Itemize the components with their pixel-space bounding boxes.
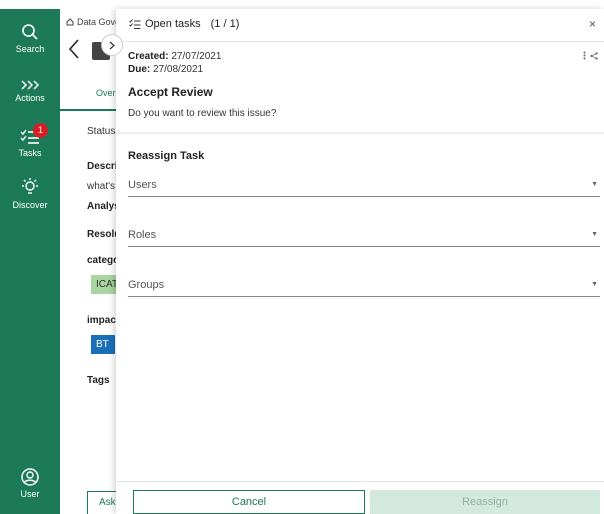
tags-label: Tags bbox=[87, 375, 110, 386]
task-list-icon bbox=[129, 18, 141, 29]
breadcrumb-label: Data Gove bbox=[77, 17, 120, 27]
panel-header: Open tasks (1 / 1) × bbox=[116, 9, 604, 42]
nav-actions[interactable]: Actions bbox=[0, 80, 60, 103]
nav-tasks-label: Tasks bbox=[18, 148, 42, 158]
nav-search[interactable]: Search bbox=[0, 23, 60, 54]
task-name: Accept Review bbox=[128, 85, 213, 99]
user-icon bbox=[21, 468, 39, 486]
breadcrumb[interactable]: Data Gove bbox=[66, 17, 120, 27]
roles-select-label: Roles bbox=[128, 229, 157, 241]
nav-search-label: Search bbox=[15, 44, 45, 54]
status-label: Status bbox=[87, 126, 116, 137]
nav-discover[interactable]: Discover bbox=[0, 177, 60, 210]
back-arrow-icon[interactable] bbox=[68, 39, 80, 59]
reassign-button: Reassign bbox=[370, 490, 600, 514]
nav-discover-label: Discover bbox=[12, 200, 48, 210]
background-page: Data Gove Over Status Descri what's Anal… bbox=[60, 9, 120, 514]
search-icon bbox=[22, 24, 38, 40]
chevron-down-icon: ▼ bbox=[591, 231, 598, 238]
analysis-label: Analys bbox=[87, 201, 120, 212]
nav-actions-label: Actions bbox=[15, 93, 45, 103]
roles-select[interactable]: Roles ▼ bbox=[128, 225, 600, 247]
nav-user[interactable]: User bbox=[0, 468, 60, 499]
panel-title: Open tasks (1 / 1) bbox=[129, 18, 239, 30]
groups-select[interactable]: Groups ▼ bbox=[128, 275, 600, 297]
users-select-label: Users bbox=[128, 179, 157, 191]
impact-label: impac bbox=[87, 315, 116, 326]
side-nav-rail: Search Actions 1 Tasks Discover User bbox=[0, 9, 60, 514]
category-label: catego bbox=[87, 255, 120, 266]
groups-select-label: Groups bbox=[128, 279, 165, 291]
tab-divider bbox=[60, 109, 120, 111]
collapse-panel-button[interactable] bbox=[101, 34, 123, 56]
chevron-down-icon: ▼ bbox=[591, 281, 598, 288]
description-label: Descri bbox=[87, 161, 118, 172]
panel-title-text: Open tasks bbox=[145, 18, 201, 30]
lightbulb-icon bbox=[22, 178, 38, 194]
due-row: Due: 27/08/2021 bbox=[128, 64, 203, 75]
chevron-right-icon bbox=[109, 41, 115, 49]
impact-chip[interactable]: BT bbox=[91, 335, 115, 354]
cancel-button[interactable]: Cancel bbox=[133, 490, 365, 514]
tab-overview[interactable]: Over bbox=[96, 88, 116, 98]
home-icon bbox=[66, 18, 74, 26]
chevrons-right-icon bbox=[21, 80, 39, 90]
tasks-count-badge: 1 bbox=[33, 123, 48, 138]
chevron-down-icon: ▼ bbox=[591, 181, 598, 188]
created-row: Created: 27/07/2021 bbox=[128, 51, 221, 62]
created-value: 27/07/2021 bbox=[171, 51, 222, 62]
reassign-task-heading: Reassign Task bbox=[128, 150, 205, 162]
due-value: 27/08/2021 bbox=[153, 64, 204, 75]
task-description: Do you want to review this issue? bbox=[128, 108, 277, 119]
panel-count: (1 / 1) bbox=[210, 18, 240, 30]
section-divider bbox=[116, 132, 604, 134]
users-select[interactable]: Users ▼ bbox=[128, 175, 600, 197]
description-value: what's bbox=[87, 181, 116, 192]
nav-user-label: User bbox=[20, 489, 40, 499]
open-tasks-panel: Open tasks (1 / 1) × Created: 27/07/2021… bbox=[116, 9, 604, 514]
panel-footer: Cancel Reassign bbox=[116, 481, 604, 514]
close-icon[interactable]: × bbox=[589, 17, 596, 31]
share-icon[interactable] bbox=[590, 52, 598, 60]
due-label: Due: bbox=[128, 64, 151, 75]
nav-tasks[interactable]: 1 Tasks bbox=[0, 123, 60, 158]
more-options-icon[interactable] bbox=[583, 51, 586, 60]
created-label: Created: bbox=[128, 51, 169, 62]
